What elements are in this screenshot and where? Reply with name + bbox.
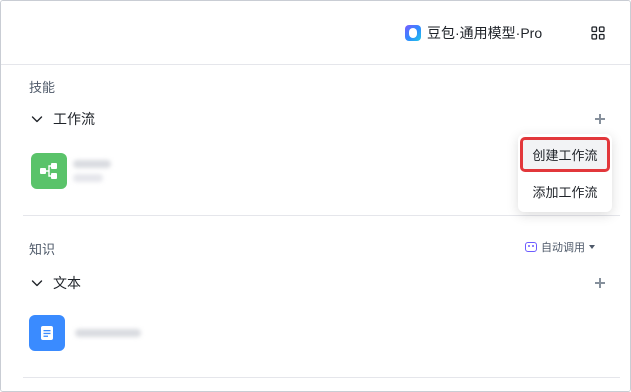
chevron-down-icon: [31, 280, 43, 287]
app-frame: 豆包·通用模型·Pro 技能 工作流 知识 自动调用 文本 创建工作流 添加工作…: [0, 0, 631, 392]
redacted-doc-name: [75, 329, 141, 337]
chevron-down-icon: [31, 116, 43, 123]
bot-icon: [525, 242, 537, 252]
section-divider: [23, 377, 620, 378]
config-panel: 技能 工作流 知识 自动调用 文本: [1, 65, 630, 391]
document-tile: [29, 315, 65, 351]
create-workflow-menu-item[interactable]: 创建工作流: [520, 137, 610, 172]
text-knowledge-item[interactable]: [23, 313, 620, 353]
model-selector[interactable]: 豆包·通用模型·Pro: [405, 21, 542, 45]
doubao-logo-icon: [405, 25, 421, 41]
workflow-label: 工作流: [53, 111, 95, 127]
workflow-row-toggle[interactable]: 工作流: [31, 109, 95, 129]
add-workflow-menu-item[interactable]: 添加工作流: [518, 174, 612, 208]
workflow-item[interactable]: [23, 149, 518, 193]
section-divider: [23, 215, 620, 216]
add-workflow-plus-icon[interactable]: [594, 113, 606, 125]
redacted-name: [73, 160, 111, 168]
workflow-item-text: [73, 160, 111, 182]
add-text-plus-icon[interactable]: [594, 277, 606, 289]
top-bar: 豆包·通用模型·Pro: [1, 1, 630, 65]
document-icon: [41, 326, 53, 340]
caret-down-icon: [589, 245, 595, 249]
workflow-tile: [31, 153, 67, 189]
auto-call-label: 自动调用: [541, 242, 585, 254]
text-label: 文本: [53, 275, 81, 291]
auto-call-dropdown[interactable]: 自动调用: [525, 239, 595, 255]
grid-icon[interactable]: [591, 26, 605, 40]
model-label: 豆包·通用模型·Pro: [427, 25, 543, 41]
workflow-add-menu: 创建工作流 添加工作流: [518, 134, 612, 212]
skills-section-title: 技能: [29, 80, 56, 95]
text-row-toggle[interactable]: 文本: [31, 273, 81, 293]
workflow-icon: [40, 163, 57, 179]
redacted-desc: [73, 174, 103, 182]
knowledge-section-title: 知识: [29, 242, 56, 257]
